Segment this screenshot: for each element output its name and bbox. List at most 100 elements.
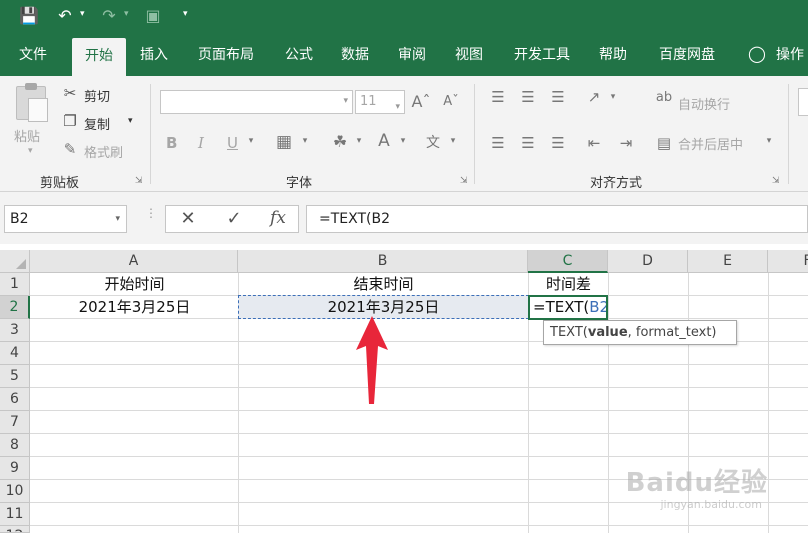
chevron-down-icon: ▾ [343,96,348,106]
cancel-icon[interactable]: ✕ [176,208,200,229]
format-painter-button[interactable]: 格式刷 [84,142,123,161]
row-header-6[interactable]: 6 [0,388,30,411]
scissors-icon: ✂ [63,84,77,102]
save-icon[interactable]: 💾 [18,5,40,27]
group-divider [150,84,151,184]
bold-button[interactable]: B [166,134,177,152]
paste-button[interactable]: 粘贴 [14,126,40,145]
redo-dropdown-icon[interactable]: ▾ [124,9,129,19]
phonetic-dropdown-icon[interactable]: ▾ [446,136,460,146]
align-left-icon[interactable]: ☰ [486,134,510,152]
tab-formulas[interactable]: 公式 [276,34,322,76]
alignment-launcher-icon[interactable]: ⇲ [772,176,780,186]
row-header-12[interactable]: 12 [0,526,30,533]
number-format-combo[interactable] [798,88,808,116]
row-header-1[interactable]: 1 [0,273,30,296]
enter-check-icon[interactable]: ✓ [222,208,246,229]
underline-button[interactable]: U [227,134,238,152]
merge-dropdown-icon[interactable]: ▾ [762,136,776,146]
copy-button[interactable]: 复制 [84,114,110,133]
fill-color-icon[interactable]: ☘ [328,132,352,151]
tab-view[interactable]: 视图 [446,34,492,76]
tab-help[interactable]: 帮助 [590,34,636,76]
font-color-icon[interactable]: A [372,131,396,151]
decrease-indent-icon[interactable]: ⇤ [582,134,606,152]
tab-tell-me[interactable]: 操作 [776,34,808,76]
font-color-dropdown-icon[interactable]: ▾ [396,136,410,146]
name-box[interactable]: B2 ▾ [4,205,127,233]
tab-file[interactable]: 文件 [10,34,56,76]
function-tooltip[interactable]: TEXT(value, format_text) [543,320,737,345]
cell-a1[interactable]: 开始时间 [31,273,238,295]
formula-bar-grip-icon[interactable]: ⋮ [145,207,157,219]
row-header-5[interactable]: 5 [0,365,30,388]
redo-icon[interactable]: ↷ [98,5,120,27]
column-header-a[interactable]: A [30,250,238,273]
merge-center-button[interactable]: 合并后居中 [678,134,743,153]
fill-dropdown-icon[interactable]: ▾ [352,136,366,146]
select-all-button[interactable] [0,250,30,273]
tab-home[interactable]: 开始 [72,38,126,76]
paste-dropdown-icon[interactable]: ▾ [28,146,33,156]
quick-access-toolbar: 💾 ↶ ▾ ↷ ▾ ▣ ▾ [0,0,808,34]
row-header-4[interactable]: 4 [0,342,30,365]
insert-function-icon[interactable]: fx [266,208,290,228]
tab-insert[interactable]: 插入 [130,34,178,76]
tab-baidu-netdisk[interactable]: 百度网盘 [650,34,724,76]
tooltip-current-argument[interactable]: value [588,325,628,340]
cell-b1[interactable]: 结束时间 [239,273,528,295]
orientation-dropdown-icon[interactable]: ▾ [606,92,620,102]
align-right-icon[interactable]: ☰ [546,134,570,152]
customize-icon[interactable]: ▾ [183,9,188,19]
increase-font-icon[interactable]: Aˆ [410,92,432,111]
font-name-combo[interactable]: ▾ [160,90,353,114]
cell-c2-editor[interactable]: =TEXT(B2 [528,295,608,320]
font-size-combo[interactable]: 11 ▾ [355,90,405,114]
row-header-2[interactable]: 2 [0,296,30,319]
column-header-b[interactable]: B [238,250,528,273]
gridline [30,456,808,457]
column-header-e[interactable]: E [688,250,768,273]
column-header-c[interactable]: C [528,250,608,273]
align-center-icon[interactable]: ☰ [516,134,540,152]
formula-input[interactable]: =TEXT(B2 [306,205,808,233]
underline-dropdown-icon[interactable]: ▾ [244,136,258,146]
borders-icon[interactable]: ▦ [272,132,296,152]
gridline [608,273,609,533]
align-bottom-icon[interactable]: ☰ [546,88,570,106]
format-painter-icon: ✎ [63,140,77,158]
camera-icon[interactable]: ▣ [142,5,164,27]
tab-page-layout[interactable]: 页面布局 [190,34,262,76]
decrease-font-icon[interactable]: Aˇ [440,94,462,109]
tab-developer[interactable]: 开发工具 [505,34,579,76]
column-header-f[interactable]: F [768,250,808,273]
copy-icon: ❐ [63,112,77,130]
row-header-11[interactable]: 11 [0,503,30,526]
cut-button[interactable]: 剪切 [84,86,110,105]
undo-dropdown-icon[interactable]: ▾ [80,9,85,19]
lightbulb-icon[interactable]: ◯ [748,44,766,63]
italic-button[interactable]: I [198,134,204,152]
row-header-7[interactable]: 7 [0,411,30,434]
cell-a2[interactable]: 2021年3月25日 [31,296,238,318]
tab-data[interactable]: 数据 [332,34,378,76]
clipboard-launcher-icon[interactable]: ⇲ [135,176,143,186]
cell-c1[interactable]: 时间差 [529,273,608,295]
align-middle-icon[interactable]: ☰ [516,88,540,106]
borders-dropdown-icon[interactable]: ▾ [298,136,312,146]
undo-icon[interactable]: ↶ [54,5,76,27]
row-header-8[interactable]: 8 [0,434,30,457]
column-header-d[interactable]: D [608,250,688,273]
increase-indent-icon[interactable]: ⇥ [614,134,638,152]
wrap-text-button[interactable]: 自动换行 [678,94,730,113]
font-launcher-icon[interactable]: ⇲ [460,176,468,186]
row-header-3[interactable]: 3 [0,319,30,342]
orientation-icon[interactable]: ↗ [582,88,606,106]
row-header-10[interactable]: 10 [0,480,30,503]
wrap-text-icon: ab [655,90,673,105]
row-header-9[interactable]: 9 [0,457,30,480]
phonetic-icon[interactable]: 文 [420,132,446,152]
align-top-icon[interactable]: ☰ [486,88,510,106]
copy-dropdown-icon[interactable]: ▾ [128,116,133,126]
tab-review[interactable]: 审阅 [389,34,435,76]
